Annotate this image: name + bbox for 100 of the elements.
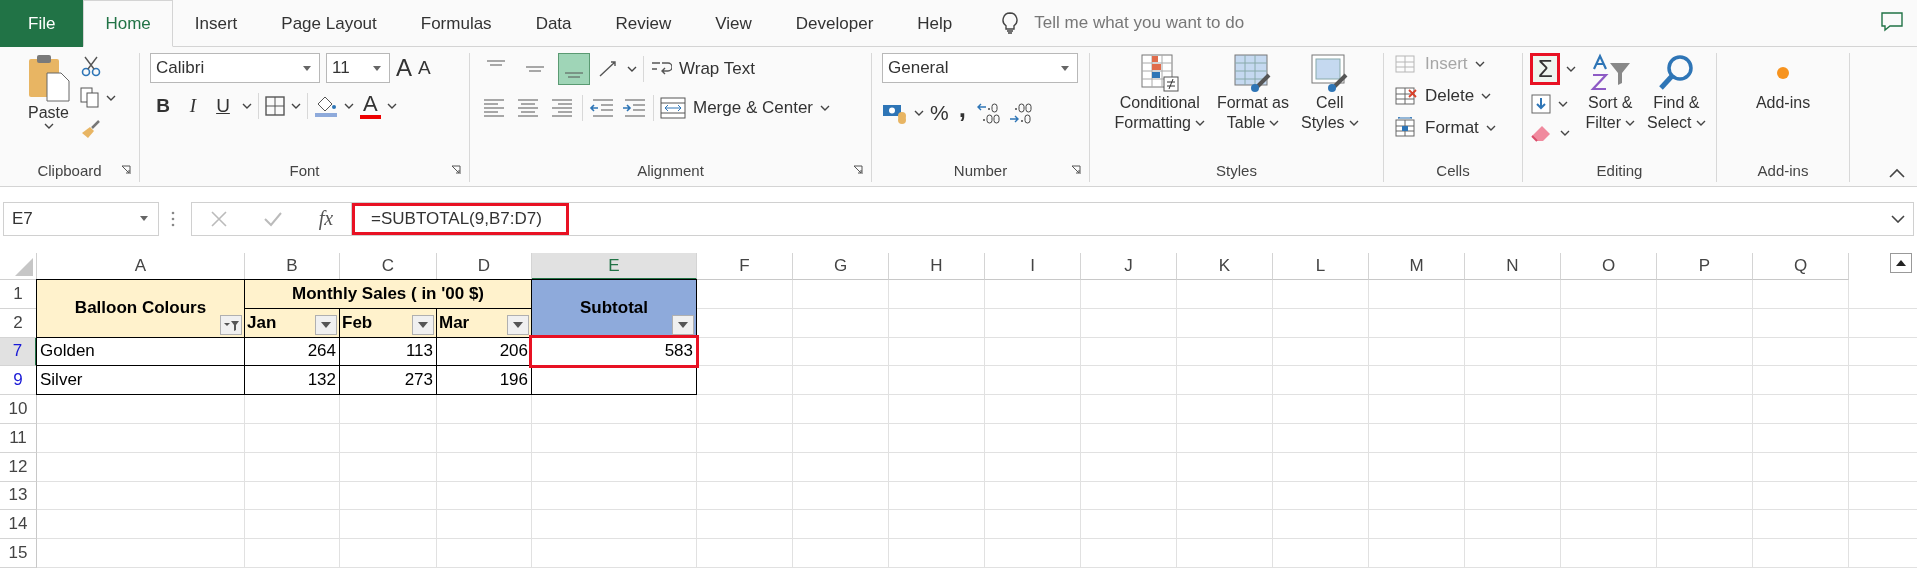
dialog-launcher-icon[interactable] (451, 165, 461, 175)
row-header[interactable]: 10 (0, 395, 37, 424)
autosum-button[interactable]: Σ (1530, 53, 1561, 85)
caret-icon[interactable] (291, 103, 301, 109)
ribbon-tab[interactable]: Insert (172, 0, 260, 47)
scissors-icon[interactable] (79, 55, 102, 77)
clipboard-icon (26, 53, 71, 103)
caret-icon[interactable] (344, 103, 354, 109)
column-header[interactable]: O (1561, 253, 1657, 280)
filter-button[interactable] (220, 314, 242, 335)
caret-icon (321, 321, 331, 328)
caret-icon (1194, 120, 1205, 126)
expand-icon[interactable] (1891, 214, 1905, 223)
increase-indent-icon[interactable] (621, 97, 647, 119)
decrease-font-size-button[interactable]: A (418, 57, 431, 79)
group-label: Styles (1216, 161, 1257, 179)
find-select-button[interactable]: Find & Select (1644, 53, 1709, 133)
increase-font-size-button[interactable]: A (396, 54, 412, 82)
column-header[interactable]: J (1081, 253, 1177, 280)
filter-button[interactable] (507, 314, 529, 335)
format-as-table-button[interactable]: Format as Table (1213, 53, 1292, 133)
caret-icon (1474, 61, 1485, 67)
column-header[interactable]: N (1465, 253, 1561, 280)
collapse-ribbon-icon[interactable] (1889, 168, 1905, 178)
fill-color-icon[interactable] (314, 95, 338, 117)
caret-icon[interactable] (1558, 101, 1569, 107)
column-header[interactable]: Q (1753, 253, 1849, 280)
sort-filter-button[interactable]: Sort & Filter (1582, 53, 1639, 133)
format-cells-button[interactable]: Format (1394, 117, 1496, 139)
filter-button[interactable] (412, 314, 434, 335)
ribbon-tab[interactable]: Help (895, 0, 975, 47)
row-header[interactable]: 11 (0, 424, 37, 453)
caret-icon[interactable] (386, 103, 397, 109)
column-header[interactable]: E (532, 253, 697, 280)
formula-field[interactable]: =SUBTOTAL(9,B7:D7) (351, 201, 1914, 236)
number-format-dropdown[interactable]: General (882, 53, 1078, 83)
merge-cells-icon (660, 97, 686, 119)
cells-icon (1394, 53, 1418, 75)
caret-icon (1695, 120, 1706, 126)
scroll-up-button[interactable] (1890, 253, 1912, 273)
column-header[interactable]: L (1273, 253, 1369, 280)
tell-me-field[interactable]: Tell me what you want to do (1032, 12, 1357, 34)
caret-icon[interactable] (105, 95, 116, 101)
ribbon-tab[interactable]: File (0, 0, 84, 47)
caret-icon[interactable] (1560, 130, 1571, 136)
wrap-text-button[interactable]: Wrap Text (650, 58, 755, 80)
dialog-launcher-icon[interactable] (121, 165, 131, 175)
caret-icon[interactable] (242, 103, 252, 109)
italic-button[interactable]: I (182, 95, 204, 117)
header-label: Balloon Colours (74, 298, 207, 319)
font-color-button[interactable]: A (360, 93, 381, 119)
insert-function-button[interactable]: fx (318, 207, 334, 230)
row-header[interactable]: 14 (0, 510, 37, 540)
ribbon-tab[interactable]: Home (83, 0, 173, 47)
cell-styles-button[interactable]: Cell Styles (1297, 53, 1362, 133)
filter-button[interactable] (672, 314, 694, 335)
dialog-launcher-icon[interactable] (853, 165, 863, 175)
fill-down-icon[interactable] (1530, 93, 1553, 115)
row-header[interactable]: 15 (0, 539, 37, 568)
ribbon-tab[interactable]: Review (593, 0, 694, 47)
comment-icon[interactable] (1881, 12, 1903, 32)
dialog-launcher-icon[interactable] (1071, 165, 1081, 175)
checkmark-icon[interactable] (263, 210, 284, 227)
ribbon-tab[interactable]: Page Layout (259, 0, 399, 47)
column-header[interactable]: M (1369, 253, 1465, 280)
increase-decimal-icon[interactable] (975, 100, 1002, 125)
borders-icon[interactable] (265, 96, 285, 116)
ribbon-tab[interactable]: Data (513, 0, 594, 47)
delete-cells-button[interactable]: Delete (1394, 85, 1492, 107)
column-header[interactable]: P (1657, 253, 1753, 280)
column-header[interactable]: F (697, 253, 793, 280)
percent-style-button[interactable]: % (930, 100, 949, 125)
merge-center-button[interactable]: Merge & Center (660, 97, 830, 119)
row-header[interactable]: 12 (0, 452, 37, 482)
caret-icon[interactable] (914, 109, 924, 116)
conditional-formatting-button[interactable]: Conditional Formatting (1111, 53, 1208, 133)
caret-icon[interactable] (1566, 66, 1577, 72)
column-header[interactable]: G (793, 253, 889, 280)
comma-style-button[interactable]: , (954, 93, 970, 132)
copy-icon[interactable] (79, 87, 100, 109)
column-header[interactable]: K (1177, 253, 1273, 280)
font-name-dropdown[interactable]: Calibri (150, 53, 320, 83)
decrease-decimal-icon[interactable] (1007, 100, 1034, 125)
name-box[interactable]: E7 (3, 201, 159, 236)
bold-button[interactable]: B (150, 95, 176, 117)
ribbon-tab[interactable]: View (693, 0, 774, 47)
paste-button[interactable]: Paste (23, 53, 74, 129)
decrease-indent-icon[interactable] (589, 97, 615, 119)
column-header[interactable]: I (985, 253, 1081, 280)
underline-button[interactable]: U (210, 95, 236, 117)
row-header[interactable]: 13 (0, 481, 37, 511)
font-size-dropdown[interactable]: 11 (326, 53, 390, 83)
group-label: Font (289, 161, 320, 179)
caret-icon[interactable] (627, 66, 637, 72)
add-ins-button[interactable]: Add-ins (1752, 53, 1814, 113)
filter-button[interactable] (315, 314, 337, 335)
column-header[interactable]: H (889, 253, 985, 280)
header-label: Monthly Sales ( in '00 $) (292, 283, 484, 304)
ribbon-tab[interactable]: Formulas (398, 0, 514, 47)
ribbon-tab[interactable]: Developer (773, 0, 896, 47)
